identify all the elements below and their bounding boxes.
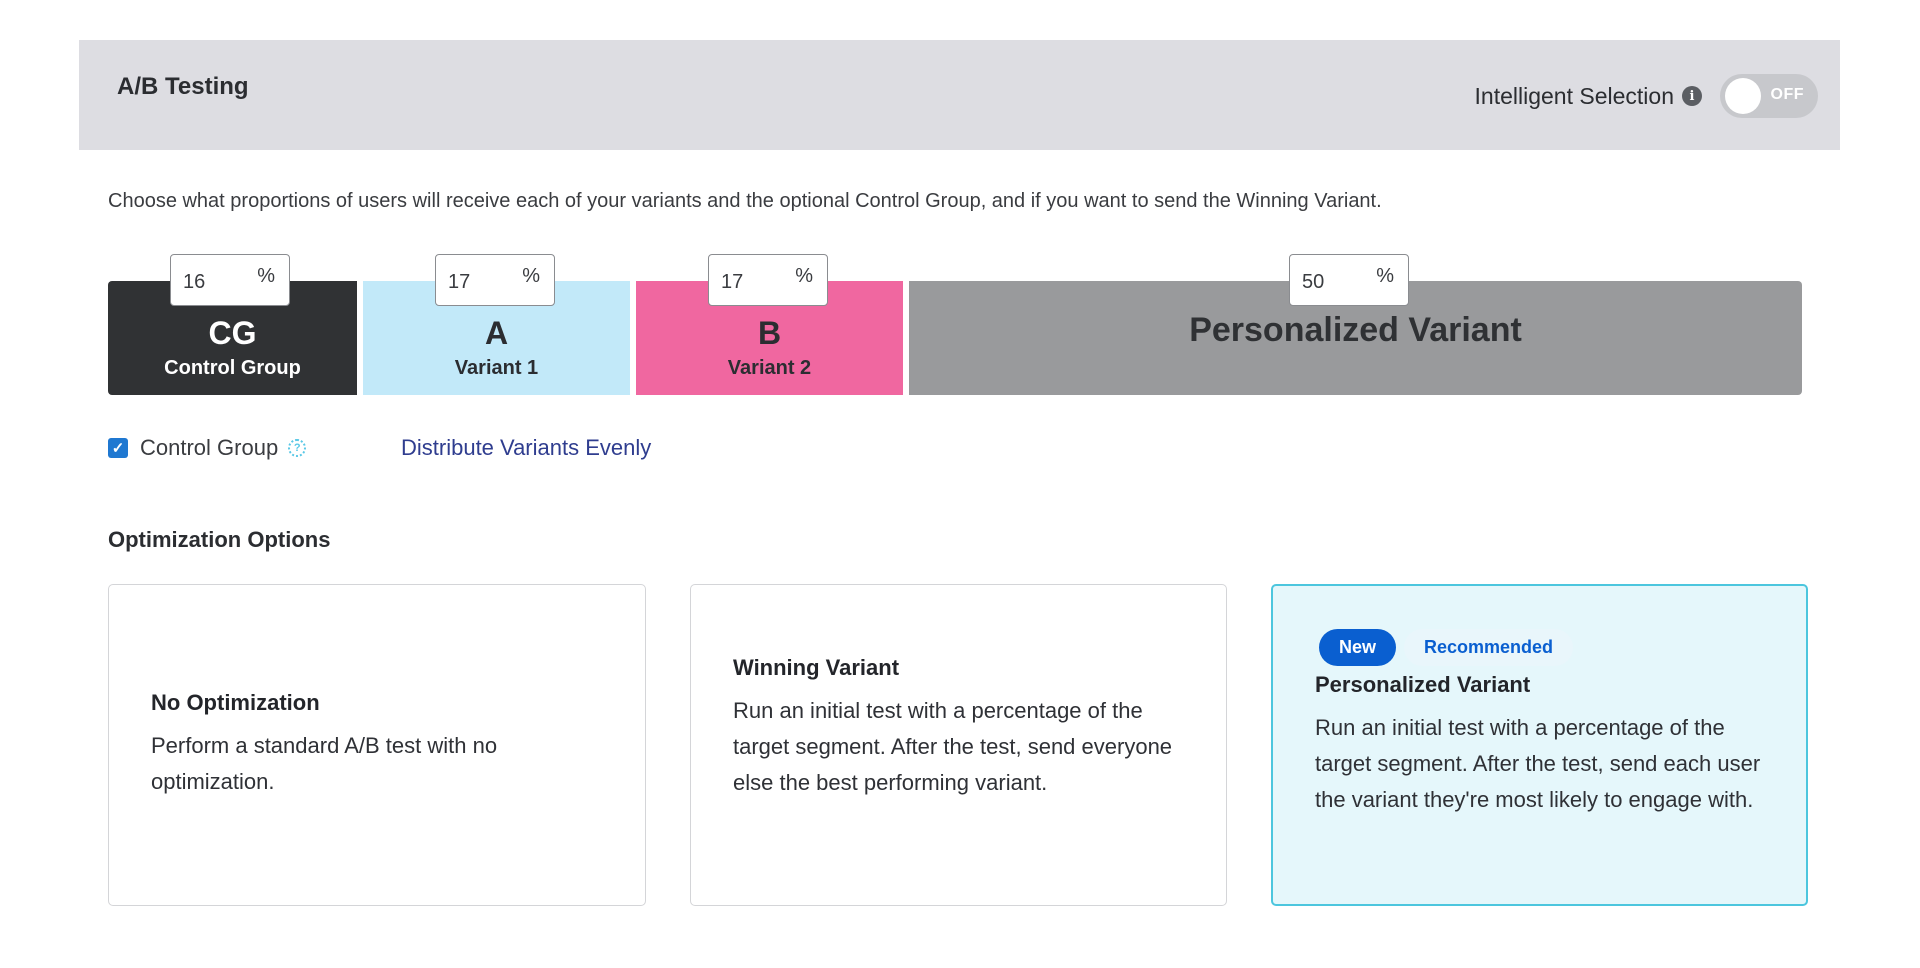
variant-a-percent-input[interactable]	[448, 271, 508, 294]
distribution-description: Choose what proportions of users will re…	[108, 190, 1382, 212]
toggle-knob	[1725, 78, 1761, 114]
segment-short-label: CG	[208, 315, 257, 351]
variant-a-percent-field[interactable]: %	[435, 254, 555, 306]
percent-sign: %	[257, 265, 275, 287]
info-icon[interactable]: i	[1682, 86, 1702, 106]
option-description: Run an initial test with a percentage of…	[733, 698, 1173, 795]
personalized-variant-percent-input[interactable]	[1302, 271, 1362, 294]
control-group-checkbox[interactable]: ✓	[108, 438, 128, 458]
optimization-options-title: Optimization Options	[108, 527, 331, 552]
segment-short-label: B	[757, 315, 782, 351]
ab-testing-header: A/B Testing Intelligent Selection i OFF	[79, 40, 1840, 150]
recommended-badge: Recommended	[1404, 629, 1574, 666]
new-badge: New	[1319, 629, 1397, 666]
variant-b-percent-field[interactable]: %	[708, 254, 828, 306]
percent-sign: %	[795, 265, 813, 287]
intelligent-selection-label: Intelligent Selection	[1474, 82, 1674, 109]
segment-short-label: Personalized Variant	[1189, 311, 1522, 349]
option-description: Perform a standard A/B test with no opti…	[151, 733, 498, 794]
distribute-variants-evenly-link[interactable]: Distribute Variants Evenly	[401, 435, 651, 461]
section-title: A/B Testing	[117, 73, 249, 100]
badges: New Recommended	[1319, 629, 1776, 666]
control-group-percent-input[interactable]	[183, 271, 243, 294]
segment-name: Variant 2	[727, 357, 812, 379]
segment-name: Variant 1	[454, 357, 539, 379]
option-title: Winning Variant	[733, 655, 900, 680]
option-description: Run an initial test with a percentage of…	[1315, 715, 1761, 812]
question-icon[interactable]: ?	[288, 439, 307, 457]
toggle-state: OFF	[1770, 86, 1804, 103]
option-card-winning-variant[interactable]: Winning Variant Run an initial test with…	[690, 584, 1227, 906]
percent-sign: %	[1376, 265, 1394, 287]
variant-b-percent-input[interactable]	[721, 271, 781, 294]
option-card-no-optimization[interactable]: No Optimization Perform a standard A/B t…	[108, 584, 646, 906]
control-group-percent-field[interactable]: %	[170, 254, 290, 306]
segment-short-label: A	[484, 315, 509, 351]
percent-sign: %	[522, 265, 540, 287]
personalized-variant-percent-field[interactable]: %	[1289, 254, 1409, 306]
control-group-label[interactable]: Control Group	[140, 435, 278, 461]
intelligent-selection-toggle[interactable]: OFF	[1720, 74, 1818, 118]
option-card-personalized-variant[interactable]: New Recommended Personalized Variant Run…	[1271, 584, 1808, 906]
segment-name: Control Group	[164, 357, 301, 379]
intelligent-selection: Intelligent Selection i OFF	[1475, 73, 1818, 119]
option-title: Personalized Variant	[1315, 672, 1531, 697]
control-group-row: ✓ Control Group ?	[108, 434, 307, 462]
option-title: No Optimization	[151, 690, 320, 715]
